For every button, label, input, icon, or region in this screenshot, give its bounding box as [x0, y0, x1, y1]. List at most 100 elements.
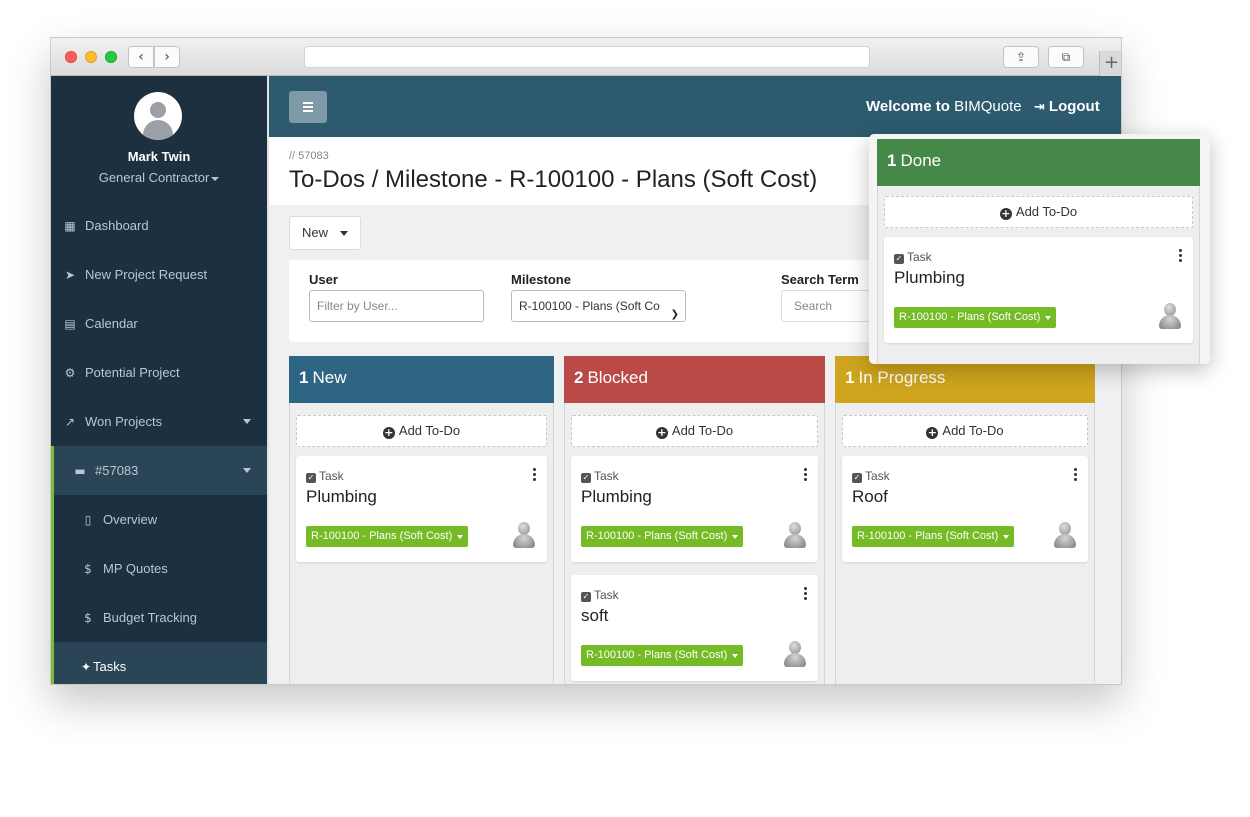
- sidebar-item-dashboard[interactable]: ▦ Dashboard: [51, 201, 267, 250]
- add-todo-button[interactable]: + Add To-Do: [296, 415, 547, 447]
- milestone-badge-label: R-100100 - Plans (Soft Cost): [857, 530, 999, 542]
- filter-panel: User Filter by User... Milestone R-10010…: [289, 260, 889, 342]
- milestone-badge[interactable]: R-100100 - Plans (Soft Cost): [581, 526, 744, 547]
- task-card[interactable]: ✓ Task Roof R-100100 - Plans (Soft Cost): [842, 456, 1088, 562]
- sidebar-item-tasks[interactable]: ✦ Tasks: [51, 642, 267, 684]
- address-bar[interactable]: [304, 46, 870, 68]
- user-avatar-icon[interactable]: [784, 641, 806, 667]
- sidebar-item-potential-project[interactable]: ⚙ Potential Project: [51, 348, 267, 397]
- user-avatar-icon[interactable]: [513, 522, 535, 548]
- welcome-text: Welcome to BIMQuote: [866, 98, 1022, 115]
- task-title: Roof: [852, 487, 888, 506]
- show-tabs-button[interactable]: ⧉: [1048, 46, 1084, 68]
- user-avatar-icon[interactable]: [784, 522, 806, 548]
- task-card[interactable]: ✓ Task Plumbing R-100100 - Plans (Soft Co…: [296, 456, 547, 562]
- column-title: New: [312, 368, 347, 387]
- sidebar-item-project-57083[interactable]: ▬ #57083: [51, 446, 267, 495]
- forward-button[interactable]: ›: [154, 46, 180, 68]
- more-options-icon[interactable]: [804, 587, 808, 601]
- column-count: 1: [887, 151, 897, 170]
- milestone-badge[interactable]: R-100100 - Plans (Soft Cost): [894, 307, 1057, 328]
- checkbox-icon: ✓: [852, 473, 862, 483]
- kebab-dot: [804, 468, 807, 471]
- sidebar-item-overview[interactable]: ▯ Overview: [51, 495, 267, 544]
- user-filter-input[interactable]: Filter by User...: [309, 290, 484, 322]
- new-tab-button[interactable]: +: [1099, 51, 1121, 76]
- welcome-prefix: Welcome to: [866, 98, 950, 115]
- maximize-window-button[interactable]: [105, 51, 117, 63]
- caret-down-icon: [732, 654, 739, 658]
- more-options-icon[interactable]: [804, 468, 808, 482]
- plus-circle-icon: +: [999, 207, 1012, 220]
- task-type: ✓ Task: [852, 469, 890, 483]
- column-count: 1: [299, 368, 309, 387]
- milestone-badge[interactable]: R-100100 - Plans (Soft Cost): [581, 645, 744, 666]
- close-window-button[interactable]: [65, 51, 77, 63]
- task-type-label: Task: [319, 469, 344, 483]
- user-avatar-icon[interactable]: [1054, 522, 1076, 548]
- new-dropdown-button[interactable]: New: [289, 216, 361, 250]
- kebab-dot: [1179, 254, 1182, 257]
- search-term-label: Search Term: [781, 272, 859, 287]
- more-options-icon[interactable]: [1074, 468, 1078, 482]
- milestone-select[interactable]: R-100100 - Plans (Soft Co ❯: [511, 290, 686, 322]
- add-todo-label: Add To-Do: [398, 423, 461, 438]
- user-avatar-icon[interactable]: [1159, 303, 1181, 329]
- task-title: Plumbing: [306, 487, 377, 506]
- task-type-label: Task: [594, 588, 619, 602]
- column-new: 1 New + Add To-Do ✓ Task Plumbing R-100100 …: [289, 356, 554, 684]
- add-todo-button[interactable]: + Add To-Do: [571, 415, 818, 447]
- milestone-badge-label: R-100100 - Plans (Soft Cost): [586, 530, 728, 542]
- task-type-label: Task: [907, 250, 932, 264]
- hamburger-line: [303, 102, 313, 104]
- new-button-label: New: [302, 225, 329, 240]
- browser-toolbar: ‹ › ⇪ ⧉ +: [51, 38, 1121, 76]
- more-options-icon[interactable]: [533, 468, 537, 482]
- task-card[interactable]: ✓ Task Plumbing R-100100 - Plans (Soft Co…: [884, 237, 1193, 343]
- hamburger-line: [303, 110, 313, 112]
- back-button[interactable]: ‹: [128, 46, 154, 68]
- sidebar-item-calendar[interactable]: ▤ Calendar: [51, 299, 267, 348]
- sidebar-item-won-projects[interactable]: ↗ Won Projects: [51, 397, 267, 446]
- avatar-head: [150, 102, 166, 118]
- kebab-dot: [533, 468, 536, 471]
- plus-circle-icon: +: [926, 426, 939, 439]
- calendar-icon: ▤: [64, 317, 76, 331]
- sidebar-item-label: Won Projects: [85, 414, 163, 429]
- kebab-dot: [1074, 468, 1077, 471]
- task-title: Plumbing: [581, 487, 652, 506]
- share-button[interactable]: ⇪: [1003, 46, 1039, 68]
- more-options-icon[interactable]: [1179, 249, 1183, 263]
- dollar-icon: $: [84, 611, 92, 625]
- task-type-label: Task: [594, 469, 619, 483]
- milestone-badge[interactable]: R-100100 - Plans (Soft Cost): [306, 526, 469, 547]
- kebab-dot: [1074, 478, 1077, 481]
- milestone-select-value: R-100100 - Plans (Soft Co: [519, 299, 660, 313]
- logout-button[interactable]: ⇥ Logout: [1034, 98, 1100, 115]
- milestone-badge[interactable]: R-100100 - Plans (Soft Cost): [852, 526, 1015, 547]
- sidebar-item-label: MP Quotes: [103, 561, 168, 576]
- column-done: + Add To-Do ✓ Task Plumbing R-100100 - Pla…: [877, 186, 1200, 364]
- paper-plane-icon: ➤: [64, 268, 76, 282]
- menu-toggle-button[interactable]: [289, 91, 327, 123]
- task-card[interactable]: ✓ Task Plumbing R-100100 - Plans (Soft Co…: [571, 456, 818, 562]
- add-todo-button[interactable]: + Add To-Do: [842, 415, 1088, 447]
- kebab-dot: [1179, 259, 1182, 262]
- kebab-dot: [804, 597, 807, 600]
- minimize-window-button[interactable]: [85, 51, 97, 63]
- sidebar-item-mp-quotes[interactable]: $ MP Quotes: [51, 544, 267, 593]
- caret-down-icon: [340, 231, 348, 236]
- plus-circle-icon: +: [382, 426, 395, 439]
- task-card[interactable]: ✓ Task soft R-100100 - Plans (Soft Cost): [571, 575, 818, 681]
- dollar-icon: $: [84, 562, 92, 576]
- avatar[interactable]: [134, 92, 182, 140]
- milestone-badge-label: R-100100 - Plans (Soft Cost): [586, 649, 728, 661]
- sidebar-item-label: Overview: [103, 512, 158, 527]
- sidebar-item-budget-tracking[interactable]: $ Budget Tracking: [51, 593, 267, 642]
- add-todo-button[interactable]: + Add To-Do: [884, 196, 1193, 228]
- user-role-dropdown[interactable]: General Contractor: [51, 170, 267, 185]
- task-type: ✓ Task: [581, 588, 619, 602]
- sidebar-item-new-project-request[interactable]: ➤ New Project Request: [51, 250, 267, 299]
- sidebar-item-label: Tasks: [93, 659, 127, 674]
- add-todo-label: Add To-Do: [671, 423, 734, 438]
